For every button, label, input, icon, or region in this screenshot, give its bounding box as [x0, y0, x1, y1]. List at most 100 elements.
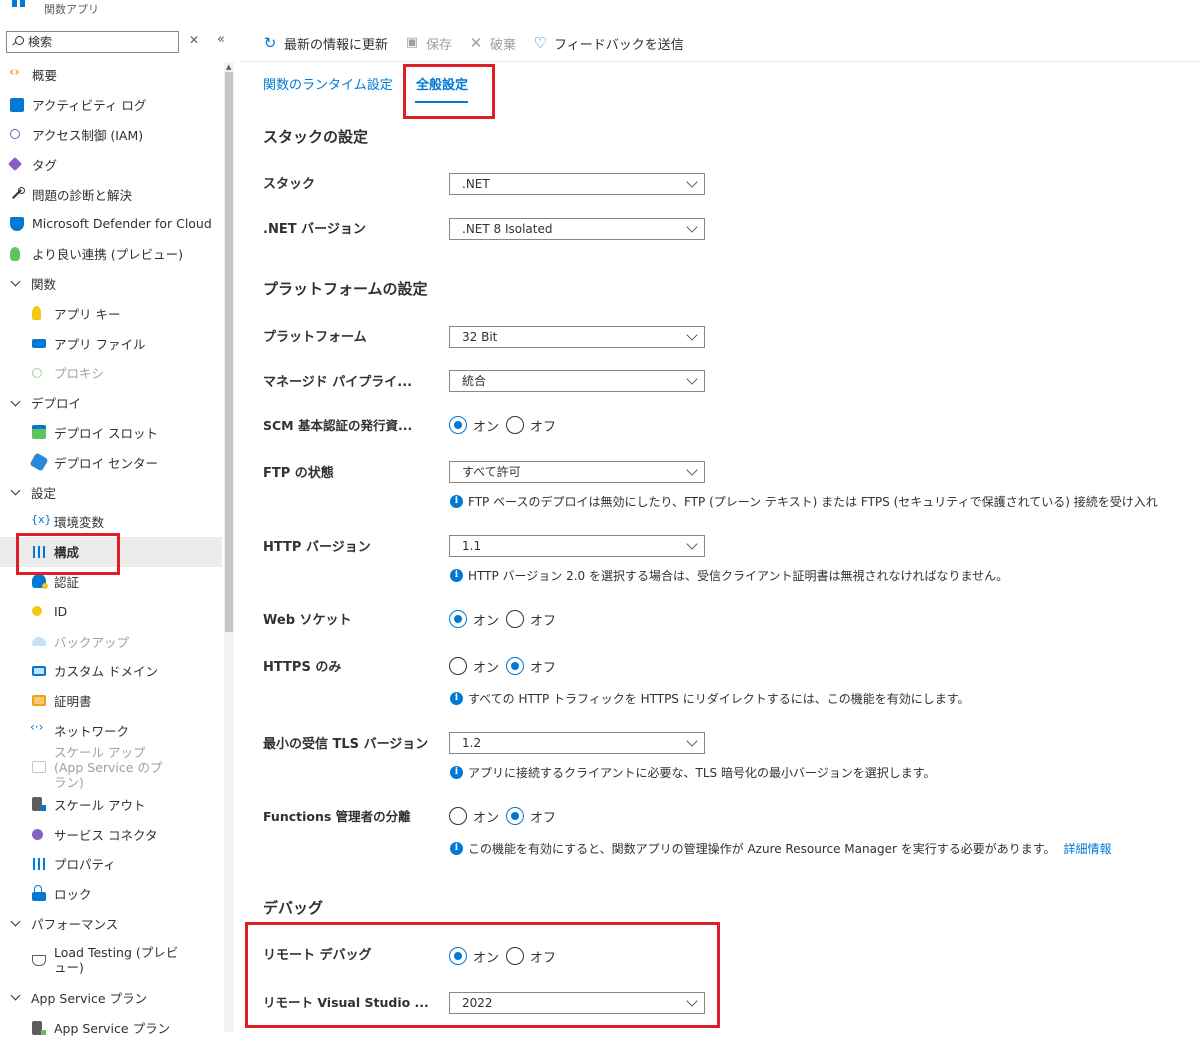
chevron-down-icon [10, 398, 20, 408]
sidebar-group-performance[interactable]: パフォーマンス [0, 909, 222, 939]
collapse-sidebar-icon[interactable]: « [217, 32, 225, 47]
net-version-dropdown[interactable]: .NET 8 Isolated [449, 218, 705, 240]
sidebar-item-scale-up[interactable]: スケール アップ (App Service のプラン) [0, 745, 222, 790]
sidebar-item-integration[interactable]: より良い連携 (プレビュー) [0, 239, 222, 269]
chevron-down-icon [686, 995, 698, 1007]
websocket-on-radio[interactable] [449, 610, 467, 628]
chevron-down-icon [686, 329, 698, 341]
remote-debug-off-radio[interactable] [506, 947, 525, 965]
ftp-dropdown[interactable]: すべて許可 [449, 461, 705, 483]
scm-off-radio[interactable] [506, 416, 525, 434]
sidebar-item-label: Microsoft Defender for Cloud [32, 216, 212, 232]
feedback-button[interactable]: ♡ フィードバックを送信 [532, 34, 683, 53]
sidebar-item-configuration[interactable]: 構成 [0, 536, 222, 567]
radio-label: オフ [530, 419, 557, 435]
scm-on-radio[interactable] [449, 416, 467, 434]
sidebar-item-app-keys[interactable]: アプリ キー [0, 298, 222, 328]
refresh-button[interactable]: ↻ 最新の情報に更新 [262, 34, 388, 53]
chevron-down-icon [686, 221, 698, 233]
sidebar-item-activity-log[interactable]: アクティビティ ログ [0, 90, 222, 120]
sidebar-item-diagnose[interactable]: 問題の診断と解決 [0, 179, 222, 209]
sidebar-item-iam[interactable]: アクセス制御 (IAM) [0, 120, 222, 150]
sidebar-item-certificates[interactable]: 証明書 [0, 686, 222, 716]
save-label: 保存 [426, 37, 453, 53]
sidebar-item-service-connector[interactable]: サービス コネクタ [0, 819, 222, 849]
remote-debug-radio-group: オン オフ [449, 946, 563, 966]
sidebar-item-env-vars[interactable]: 環境変数 [0, 507, 222, 537]
certificate-icon [32, 695, 46, 707]
tab-runtime-settings[interactable]: 関数のランタイム設定 [263, 74, 393, 93]
pipeline-dropdown[interactable]: 統合 [449, 370, 705, 392]
scroll-up-arrow-icon[interactable]: ▲ [226, 63, 231, 71]
https-only-off-radio[interactable] [506, 657, 525, 675]
sidebar-item-defender[interactable]: Microsoft Defender for Cloud [0, 209, 222, 239]
sidebar-search[interactable] [6, 31, 179, 53]
sidebar-item-label: 概要 [32, 68, 58, 84]
radio-label: オン [473, 613, 500, 629]
platform-dropdown[interactable]: 32 Bit [449, 326, 705, 348]
https-info: i すべての HTTP トラフィックを HTTPS にリダイレクトするには、この機… [450, 690, 970, 707]
tls-dropdown[interactable]: 1.2 [449, 732, 705, 754]
sidebar-item-app-files[interactable]: アプリ ファイル [0, 328, 222, 358]
sidebar-item-backups[interactable]: バックアップ [0, 626, 222, 656]
info-icon: i [450, 569, 463, 582]
sidebar-item-label: ID [54, 603, 68, 619]
sidebar-group-app-service-plan[interactable]: App Service プラン [0, 982, 222, 1012]
search-icon [11, 35, 24, 49]
activity-log-icon [10, 97, 24, 112]
sidebar-item-label: プロキシ [54, 366, 105, 382]
sidebar-group-settings[interactable]: 設定 [0, 477, 222, 507]
sidebar-item-networking[interactable]: ネットワーク [0, 716, 222, 746]
sidebar-item-proxies[interactable]: プロキシ [0, 358, 222, 388]
admin-isolation-on-radio[interactable] [449, 807, 467, 825]
websocket-radio-group: オン オフ [449, 609, 563, 629]
sliders-icon [32, 545, 46, 559]
https-only-on-radio[interactable] [449, 657, 467, 675]
tab-general-settings[interactable]: 全般設定 [416, 74, 468, 93]
clear-search-icon[interactable]: ✕ [189, 33, 199, 47]
websocket-off-radio[interactable] [506, 610, 525, 628]
sidebar-item-tags[interactable]: タグ [0, 149, 222, 179]
sidebar-item-label: App Service プラン [54, 1021, 171, 1037]
chevron-down-icon [686, 464, 698, 476]
sidebar-item-custom-domains[interactable]: カスタム ドメイン [0, 656, 222, 686]
sidebar-scroll-thumb[interactable] [225, 72, 233, 632]
sidebar-item-deployment-slots[interactable]: デプロイ スロット [0, 418, 222, 448]
admin-isolation-radio-group: オン オフ [449, 806, 563, 826]
sidebar-item-load-testing[interactable]: Load Testing (プレビュー) [0, 938, 222, 982]
sidebar-item-label: Load Testing (プレビュー) [54, 945, 179, 976]
identity-icon [32, 606, 42, 617]
sidebar-group-deploy[interactable]: デプロイ [0, 388, 222, 418]
sidebar-item-properties[interactable]: プロパティ [0, 849, 222, 879]
sidebar-item-overview[interactable]: 概要 [0, 60, 222, 90]
search-input[interactable] [28, 35, 178, 49]
stack-dropdown[interactable]: .NET [449, 173, 705, 195]
cube-icon [29, 452, 49, 472]
section-title-stack: スタックの設定 [263, 128, 369, 146]
sidebar-item-locks[interactable]: ロック [0, 879, 222, 909]
save-button[interactable]: ▣ 保存 [404, 34, 452, 53]
admin-isolation-off-radio[interactable] [506, 807, 525, 825]
sidebar-item-app-service-plan[interactable]: App Service プラン [0, 1012, 222, 1038]
http-version-dropdown[interactable]: 1.1 [449, 535, 705, 557]
sidebar-item-deployment-center[interactable]: デプロイ センター [0, 447, 222, 477]
discard-button[interactable]: ✕ 破棄 [468, 34, 516, 53]
platform-value: 32 Bit [462, 330, 498, 344]
scale-out-icon [32, 797, 46, 812]
scm-label: SCM 基本認証の発行資... [263, 418, 413, 433]
sidebar-item-scale-out[interactable]: スケール アウト [0, 789, 222, 819]
stack-value: .NET [462, 177, 490, 191]
sidebar-item-label: デプロイ センター [54, 455, 158, 471]
learn-more-link[interactable]: 詳細情報 [1064, 840, 1112, 857]
sidebar-group-functions[interactable]: 関数 [0, 269, 222, 299]
remote-debug-on-radio[interactable] [449, 947, 467, 965]
sidebar-item-authentication[interactable]: 認証 [0, 567, 222, 597]
cloud-backup-icon [32, 636, 46, 646]
sidebar-item-identity[interactable]: ID [0, 596, 222, 626]
admin-isolation-label: Functions 管理者の分離 [263, 809, 411, 824]
remote-vs-dropdown[interactable]: 2022 [449, 992, 705, 1014]
radio-label: オフ [530, 660, 557, 676]
chevron-down-icon [10, 487, 20, 497]
sidebar-item-label: 構成 [54, 545, 80, 561]
tls-info-text: アプリに接続するクライアントに必要な、TLS 暗号化の最小バージョンを選択します… [468, 766, 936, 780]
